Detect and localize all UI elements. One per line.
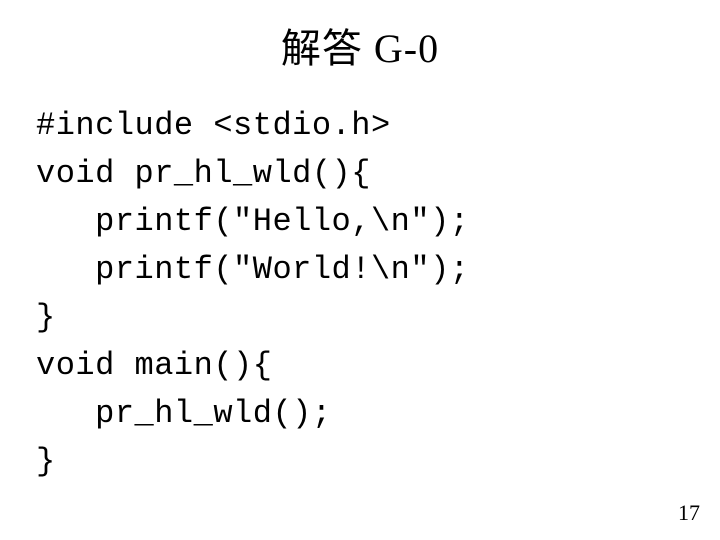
code-line: void main(){: [36, 347, 272, 384]
code-line: void pr_hl_wld(){: [36, 155, 371, 192]
code-line: }: [36, 443, 56, 480]
code-line: #include <stdio.h>: [36, 107, 391, 144]
code-line: printf("Hello,\n");: [36, 203, 469, 240]
code-line: pr_hl_wld();: [36, 395, 332, 432]
code-line: }: [36, 299, 56, 336]
code-block: #include <stdio.h> void pr_hl_wld(){ pri…: [36, 102, 684, 486]
code-line: printf("World!\n");: [36, 251, 469, 288]
slide-title: 解答 G-0: [36, 16, 684, 74]
page-number: 17: [678, 500, 700, 526]
slide-container: 解答 G-0 #include <stdio.h> void pr_hl_wld…: [0, 0, 720, 540]
